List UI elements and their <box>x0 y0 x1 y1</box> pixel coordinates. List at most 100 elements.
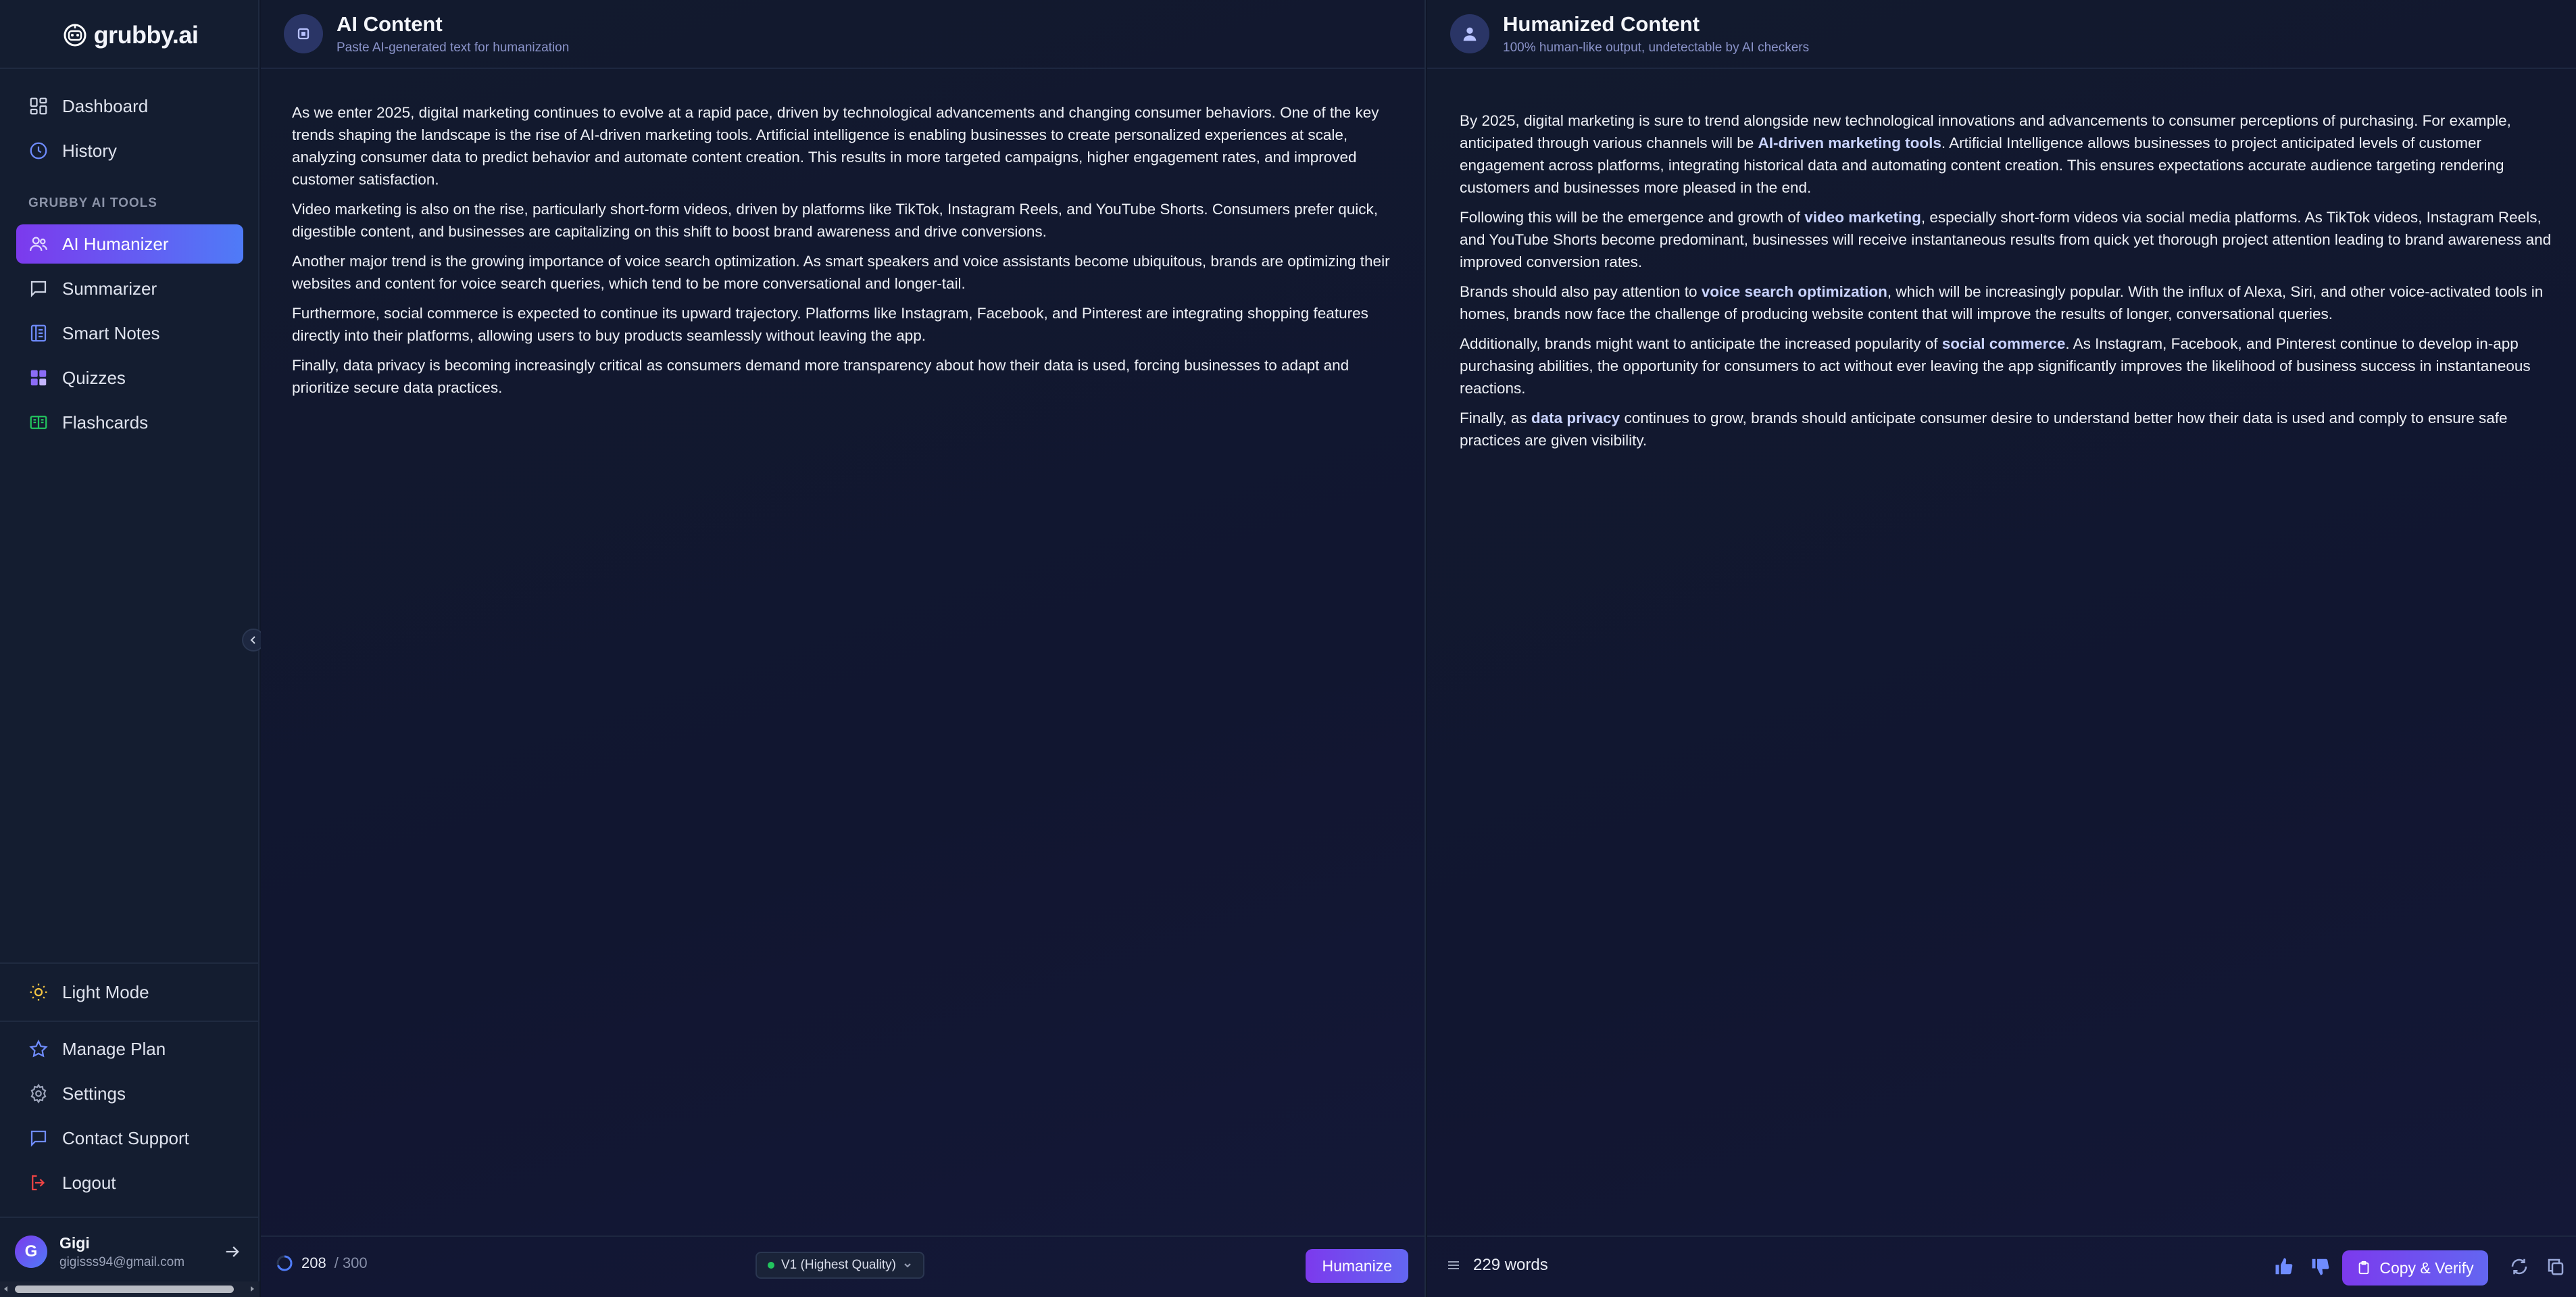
word-count-label: 229 words <box>1473 1256 1548 1274</box>
chevron-left-icon <box>250 636 255 644</box>
text-segment: Brands should also pay attention to <box>1460 283 1702 300</box>
divider <box>0 68 259 69</box>
word-limit: / 300 <box>334 1254 368 1271</box>
sidebar-item-label: Contact Support <box>62 1127 189 1148</box>
notebook-icon <box>30 324 47 342</box>
user-icon <box>1463 27 1477 41</box>
sidebar-item-label: Settings <box>62 1083 126 1104</box>
clipboard-icon <box>2358 1261 2369 1275</box>
paragraph: By 2025, digital marketing is sure to tr… <box>1460 109 2554 199</box>
model-select[interactable]: V1 (Highest Quality) <box>756 1252 925 1279</box>
divider <box>0 1217 259 1218</box>
text-segment: Additionally, brands might want to antic… <box>1460 335 1942 352</box>
sun-icon <box>30 983 47 1001</box>
scroll-right-icon[interactable] <box>247 1284 257 1294</box>
sidebar-item-contact-support[interactable]: Contact Support <box>16 1119 243 1158</box>
sidebar-item-flashcards[interactable]: Flashcards <box>16 403 243 442</box>
paragraph: As we enter 2025, digital marketing cont… <box>292 104 1379 188</box>
thumbs-up-icon <box>2275 1258 2293 1275</box>
sidebar-item-summarizer[interactable]: Summarizer <box>16 269 243 308</box>
sidebar-item-label: Logout <box>62 1172 116 1193</box>
logout-icon <box>32 1175 45 1191</box>
paragraph: Additionally, brands might want to antic… <box>1460 333 2554 399</box>
logo-text: grubby.ai <box>93 21 199 49</box>
progress-ring-icon <box>276 1255 293 1271</box>
sidebar-item-history[interactable]: History <box>16 131 243 170</box>
section-label: GRUBBY AI TOOLS <box>28 196 157 210</box>
chat-icon <box>30 1130 47 1147</box>
refresh-icon <box>2511 1258 2527 1275</box>
user-name: Gigi <box>59 1233 90 1252</box>
divider <box>0 962 259 964</box>
ai-content-panel: AI Content Paste AI-generated text for h… <box>261 0 1426 1297</box>
divider <box>0 1021 259 1022</box>
regenerate-button[interactable] <box>2507 1254 2531 1279</box>
sidebar-item-logout[interactable]: Logout <box>16 1163 243 1202</box>
message-icon <box>30 280 47 297</box>
sidebar-item-label: Quizzes <box>62 367 126 388</box>
copy-verify-button[interactable]: Copy & Verify <box>2342 1250 2488 1286</box>
cards-icon <box>30 416 47 429</box>
text-segment: Following this will be the emergence and… <box>1460 209 1805 226</box>
word-count: 208 <box>301 1254 326 1271</box>
sidebar-item-label: Dashboard <box>62 95 149 116</box>
paragraph: Following this will be the emergence and… <box>1460 206 2554 273</box>
puzzle-icon <box>30 370 47 386</box>
scrollbar-thumb[interactable] <box>15 1286 234 1293</box>
copy-icon <box>2548 1258 2564 1275</box>
text-segment: Finally, as <box>1460 410 1531 426</box>
user-card[interactable]: G Gigi gigisss94@gmail.com <box>0 1225 259 1279</box>
user-email: gigisss94@gmail.com <box>59 1254 185 1269</box>
clock-icon <box>30 142 47 160</box>
highlighted-keyword: data privacy <box>1531 410 1620 426</box>
paragraph: Video marketing is also on the rise, par… <box>292 201 1378 240</box>
ai-content-textarea[interactable]: As we enter 2025, digital marketing cont… <box>292 101 1400 406</box>
paragraph: Another major trend is the growing impor… <box>292 253 1390 292</box>
sidebar-item-label: Smart Notes <box>62 322 160 343</box>
humanize-button[interactable]: Humanize <box>1306 1249 1408 1283</box>
thumbs-down-icon <box>2312 1258 2329 1275</box>
paragraph: Finally, as data privacy continues to gr… <box>1460 407 2554 451</box>
sidebar-item-light-mode[interactable]: Light Mode <box>16 973 243 1012</box>
sidebar-item-manage-plan[interactable]: Manage Plan <box>16 1029 243 1069</box>
panel-title: AI Content <box>337 12 443 36</box>
arrow-right-icon[interactable] <box>223 1242 242 1261</box>
output-word-count: 229 words <box>1446 1256 1548 1275</box>
panel-header: AI Content Paste AI-generated text for h… <box>261 0 1425 69</box>
sidebar-item-label: AI Humanizer <box>62 233 169 254</box>
copy-button[interactable] <box>2544 1254 2568 1279</box>
highlighted-keyword: voice search optimization <box>1701 283 1887 300</box>
lines-icon <box>1448 1261 1459 1269</box>
user-icon-badge <box>1450 14 1489 53</box>
horizontal-scrollbar[interactable] <box>0 1281 259 1297</box>
robot-logo-icon <box>64 24 86 47</box>
panel-subtitle: 100% human-like output, undetectable by … <box>1503 41 1810 55</box>
panel-header: Humanized Content 100% human-like output… <box>1427 0 2576 69</box>
sidebar-item-smart-notes[interactable]: Smart Notes <box>16 314 243 353</box>
gear-icon <box>30 1083 47 1104</box>
sidebar-item-dashboard[interactable]: Dashboard <box>16 87 243 126</box>
humanized-output: By 2025, digital marketing is sure to tr… <box>1460 109 2554 459</box>
chip-icon <box>297 28 309 40</box>
output-footer: 229 words Copy & Verify <box>1427 1235 2576 1297</box>
avatar: G <box>15 1235 47 1268</box>
paragraph: Furthermore, social commerce is expected… <box>292 305 1368 344</box>
highlighted-keyword: video marketing <box>1804 209 1921 226</box>
chevron-down-icon <box>904 1263 911 1268</box>
thumbs-down-button[interactable] <box>2308 1254 2333 1279</box>
app-logo[interactable]: grubby.ai <box>0 16 259 54</box>
scroll-left-icon[interactable] <box>1 1284 11 1294</box>
sidebar-item-quizzes[interactable]: Quizzes <box>16 358 243 397</box>
word-counter: 208 / 300 <box>276 1254 368 1272</box>
sidebar-item-ai-humanizer[interactable]: AI Humanizer <box>16 224 243 264</box>
highlighted-keyword: AI-driven marketing tools <box>1758 134 1941 151</box>
panel-title: Humanized Content <box>1503 12 1700 36</box>
copy-verify-label: Copy & Verify <box>2379 1258 2474 1277</box>
star-icon <box>29 1039 48 1058</box>
sidebar-item-settings[interactable]: Settings <box>16 1074 243 1113</box>
paragraph: Brands should also pay attention to voic… <box>1460 280 2554 325</box>
paragraph: Finally, data privacy is becoming increa… <box>292 357 1349 396</box>
panel-subtitle: Paste AI-generated text for humanization <box>337 41 570 55</box>
thumbs-up-button[interactable] <box>2272 1254 2296 1279</box>
status-dot <box>768 1262 774 1269</box>
